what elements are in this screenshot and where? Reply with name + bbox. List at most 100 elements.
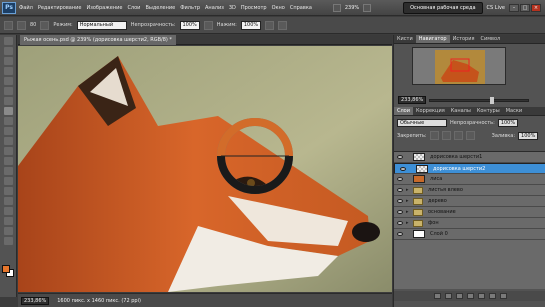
- layer-group-row[interactable]: ▸ дерево: [394, 196, 545, 207]
- crop-tool-icon[interactable]: [4, 77, 13, 85]
- hand-tool-icon[interactable]: [4, 227, 13, 235]
- quick-select-tool-icon[interactable]: [4, 67, 13, 75]
- tab-channels[interactable]: Каналы: [448, 107, 474, 115]
- shape-tool-icon[interactable]: [4, 207, 13, 215]
- layer-row-selected[interactable]: дорисовка шерсти2: [394, 163, 545, 174]
- navigator-zoom-slider[interactable]: [429, 96, 530, 104]
- tab-brushes[interactable]: Кисти: [394, 35, 416, 43]
- status-doc-info[interactable]: 1600 пикс. x 1460 пикс. (72 ppi): [57, 298, 141, 304]
- pressure-field[interactable]: 100%: [240, 20, 262, 30]
- visibility-eye-icon[interactable]: [397, 221, 403, 225]
- menu-image[interactable]: Изображение: [86, 5, 122, 11]
- layer-row[interactable]: лиса: [394, 174, 545, 185]
- dodge-tool-icon[interactable]: [4, 167, 13, 175]
- lock-transparency-icon[interactable]: [429, 131, 439, 140]
- lock-position-icon[interactable]: [453, 131, 463, 140]
- close-icon[interactable]: ×: [531, 3, 541, 12]
- menu-help[interactable]: Справка: [290, 5, 312, 11]
- workspace-switcher[interactable]: Основная рабочая среда: [403, 1, 483, 14]
- tab-adjustments[interactable]: Коррекция: [413, 107, 448, 115]
- tab-paths[interactable]: Контуры: [474, 107, 503, 115]
- clone-tool-icon[interactable]: [4, 117, 13, 125]
- layer-group-row[interactable]: ▸ основание: [394, 207, 545, 218]
- zoom-tool-icon[interactable]: [4, 237, 13, 245]
- menu-3d[interactable]: 3D: [229, 5, 236, 11]
- 3d-rotate-tool-icon[interactable]: [4, 217, 13, 225]
- trash-icon[interactable]: [499, 293, 507, 299]
- menu-window[interactable]: Окно: [272, 5, 285, 11]
- expand-arrow-icon[interactable]: ▸: [406, 198, 410, 204]
- expand-arrow-icon[interactable]: ▸: [406, 187, 410, 193]
- cs-live-button[interactable]: CS Live: [487, 5, 505, 11]
- tab-masks[interactable]: Маски: [503, 107, 525, 115]
- layout-icon[interactable]: [332, 3, 341, 12]
- link-layers-icon[interactable]: [433, 293, 441, 299]
- visibility-eye-icon[interactable]: [397, 177, 403, 181]
- menu-file[interactable]: Файл: [19, 5, 33, 11]
- navigator-zoom-value[interactable]: 233,86%: [398, 96, 427, 104]
- maximize-icon[interactable]: □: [520, 3, 530, 12]
- tab-character[interactable]: Символ: [477, 35, 503, 43]
- airbrush-icon[interactable]: [265, 20, 275, 30]
- lock-pixels-icon[interactable]: [441, 131, 451, 140]
- marquee-tool-icon[interactable]: [4, 47, 13, 55]
- gradient-tool-icon[interactable]: [4, 147, 13, 155]
- menu-edit[interactable]: Редактирование: [38, 5, 82, 11]
- new-group-icon[interactable]: [477, 293, 485, 299]
- healing-tool-icon[interactable]: [4, 97, 13, 105]
- layer-group-row[interactable]: ▸ листья влево: [394, 185, 545, 196]
- lasso-tool-icon[interactable]: [4, 57, 13, 65]
- brush-tool-icon-active[interactable]: [4, 107, 13, 115]
- layer-row[interactable]: дорисовка шерсти1: [394, 152, 545, 163]
- foreground-color-swatch[interactable]: [2, 265, 10, 273]
- document-canvas[interactable]: [18, 46, 392, 292]
- adjustment-layer-icon[interactable]: [466, 293, 474, 299]
- menu-filter[interactable]: Фильтр: [180, 5, 200, 11]
- eyedropper-tool-icon[interactable]: [4, 87, 13, 95]
- status-zoom[interactable]: 233,86%: [21, 296, 50, 305]
- brush-tool-icon[interactable]: [4, 20, 13, 30]
- layer-style-icon[interactable]: [444, 293, 452, 299]
- new-layer-icon[interactable]: [488, 293, 496, 299]
- layer-row[interactable]: Слой 0: [394, 229, 545, 240]
- history-brush-tool-icon[interactable]: [4, 127, 13, 135]
- path-select-tool-icon[interactable]: [4, 197, 13, 205]
- slider-handle[interactable]: [490, 96, 495, 104]
- menu-view[interactable]: Просмотр: [241, 5, 267, 11]
- menu-layers[interactable]: Слои: [127, 5, 140, 11]
- blend-mode-select[interactable]: Обычные: [397, 118, 447, 127]
- brush-panel-icon[interactable]: [40, 20, 50, 30]
- visibility-eye-icon[interactable]: [397, 199, 403, 203]
- tablet-size-icon[interactable]: [278, 20, 288, 30]
- document-tab[interactable]: Рыжая осень.psd @ 239% (дорисовка шерсти…: [20, 35, 176, 45]
- move-tool-icon[interactable]: [4, 37, 13, 45]
- visibility-eye-icon[interactable]: [397, 155, 403, 159]
- navigator-preview[interactable]: [412, 47, 506, 85]
- eraser-tool-icon[interactable]: [4, 137, 13, 145]
- blur-tool-icon[interactable]: [4, 157, 13, 165]
- visibility-eye-icon[interactable]: [397, 188, 403, 192]
- brush-preset-icon[interactable]: [17, 20, 26, 30]
- menu-select[interactable]: Выделение: [145, 5, 175, 11]
- lock-all-icon[interactable]: [465, 131, 475, 140]
- tab-layers[interactable]: Слои: [394, 107, 413, 115]
- expand-arrow-icon[interactable]: ▸: [406, 220, 410, 226]
- fill-field[interactable]: 100%: [518, 131, 539, 140]
- type-tool-icon[interactable]: [4, 187, 13, 195]
- expand-arrow-icon[interactable]: ▸: [406, 209, 410, 215]
- visibility-eye-icon[interactable]: [400, 166, 406, 171]
- mode-select[interactable]: Нормальный: [76, 20, 127, 30]
- menu-analysis[interactable]: Анализ: [205, 5, 224, 11]
- minimize-icon[interactable]: –: [509, 3, 519, 12]
- layer-opacity-field[interactable]: 100%: [497, 118, 519, 127]
- tablet-opacity-icon[interactable]: [203, 20, 213, 30]
- opacity-field[interactable]: 100%: [179, 20, 200, 30]
- visibility-eye-icon[interactable]: [397, 210, 403, 214]
- zoom-readout[interactable]: 239%: [345, 5, 359, 11]
- pen-tool-icon[interactable]: [4, 177, 13, 185]
- layer-group-row[interactable]: ▸ фон: [394, 218, 545, 229]
- visibility-eye-icon[interactable]: [397, 232, 403, 236]
- tab-history[interactable]: История: [450, 35, 478, 43]
- tab-navigator[interactable]: Навигатор: [415, 35, 450, 43]
- add-mask-icon[interactable]: [455, 293, 463, 299]
